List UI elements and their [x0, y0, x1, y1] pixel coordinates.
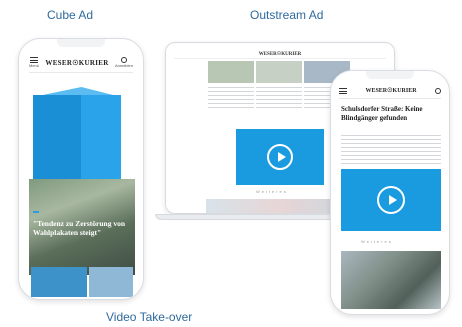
- site-logo: WESER☉KURIER: [45, 58, 109, 67]
- phone-notch: [366, 71, 414, 79]
- play-icon[interactable]: [377, 186, 405, 214]
- phone-notch: [57, 39, 105, 47]
- teaser-image[interactable]: [208, 61, 254, 83]
- outstream-video-ad[interactable]: [236, 129, 324, 185]
- video-takeover-ad[interactable]: [341, 169, 441, 231]
- cube-ad[interactable]: [33, 87, 121, 179]
- caption-outstream-ad: Outstream Ad: [250, 8, 324, 22]
- account-label: Anmelden: [114, 63, 133, 68]
- menu-icon[interactable]: [339, 87, 347, 94]
- caption-cube-ad: Cube Ad: [47, 8, 94, 22]
- category-badge: [33, 211, 39, 213]
- article-photo: [341, 251, 441, 309]
- laptop-header: WESER☉KURIER: [174, 49, 386, 59]
- account-button[interactable]: Anmelden: [115, 57, 133, 68]
- user-icon[interactable]: [435, 87, 441, 94]
- teaser-thumbnail[interactable]: [31, 267, 87, 297]
- phone-header: WESER☉KURIER: [339, 83, 441, 99]
- article-headline[interactable]: "Tendenz zu Zerstörung von Wahlplakaten …: [33, 219, 133, 237]
- teaser-text: [208, 87, 254, 109]
- caption-video-takeover: Video Take-over: [106, 310, 193, 324]
- menu-label: Menü: [29, 63, 40, 68]
- article-headline[interactable]: Schulsdorfer Straße: Keine Blindgänger g…: [341, 105, 441, 123]
- cube-ad-phone-mockup: Menü WESER☉KURIER Anmelden "Tendenz zu Z…: [18, 38, 144, 300]
- site-logo: WESER☉KURIER: [365, 88, 417, 94]
- article-text: [341, 135, 441, 165]
- phone-header: Menü WESER☉KURIER Anmelden: [29, 53, 133, 73]
- menu-button[interactable]: Menü: [29, 57, 39, 68]
- section-separator: Weiteres: [256, 189, 288, 194]
- teaser-text: [256, 87, 302, 109]
- video-takeover-phone-mockup: WESER☉KURIER Schulsdorfer Straße: Keine …: [330, 70, 450, 315]
- cube-front-face: [33, 95, 81, 179]
- site-logo: WESER☉KURIER: [258, 51, 302, 57]
- teaser-image[interactable]: [256, 61, 302, 83]
- teaser-thumbnail[interactable]: [89, 267, 133, 297]
- section-separator: Weiteres: [361, 239, 393, 244]
- cube-side-face: [81, 95, 121, 179]
- menu-icon: [30, 57, 38, 63]
- play-icon[interactable]: [267, 144, 293, 170]
